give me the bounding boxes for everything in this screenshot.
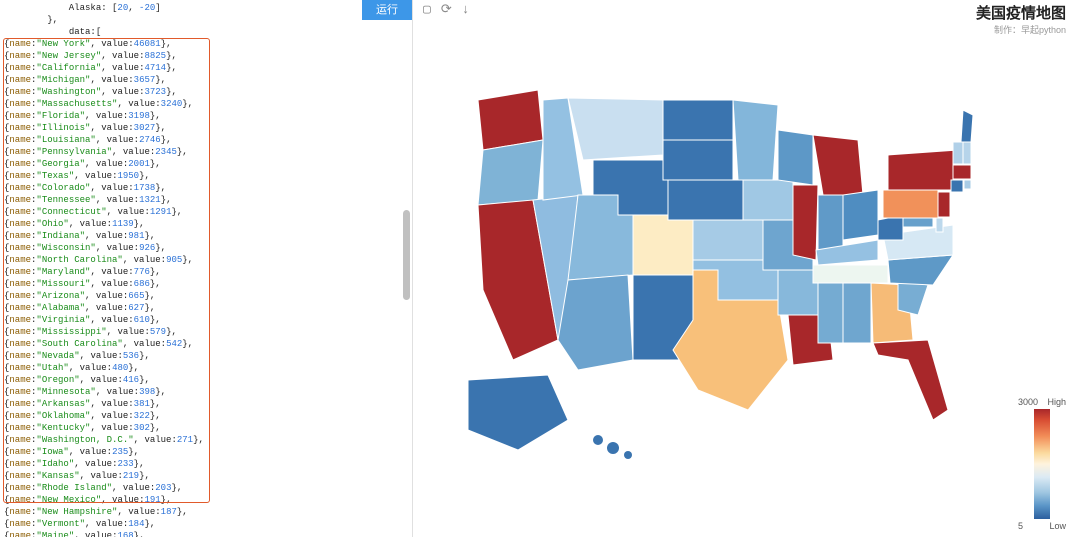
legend-high-label: High	[1047, 397, 1066, 407]
state-washington[interactable]	[478, 90, 543, 150]
code-editor-panel: 运行 Alaska: [20, -20] }, data:[ {name:"Ne…	[0, 0, 413, 537]
legend-gradient[interactable]	[1034, 409, 1050, 519]
chart-title: 美国疫情地图	[976, 2, 1066, 23]
legend-max: 3000	[1018, 397, 1038, 407]
legend-low-label: Low	[1049, 521, 1066, 531]
state-delaware[interactable]	[936, 218, 943, 232]
refresh-icon[interactable]: ⟳	[441, 2, 452, 17]
state-nebraska[interactable]	[668, 180, 743, 220]
state-hawaii[interactable]	[593, 435, 603, 445]
chart-subtitle: 制作：早起python	[976, 23, 1066, 36]
state-south-carolina[interactable]	[898, 280, 928, 315]
state-arizona[interactable]	[558, 275, 633, 370]
state-alaska[interactable]	[468, 375, 568, 450]
state-pennsylvania[interactable]	[883, 190, 938, 218]
chart-title-block: 美国疫情地图 制作：早起python	[976, 2, 1066, 36]
scrollbar-thumb[interactable]	[403, 210, 410, 300]
state-rhode-island[interactable]	[964, 180, 971, 189]
state-alabama[interactable]	[843, 283, 871, 343]
state-iowa[interactable]	[743, 180, 793, 220]
state-tennessee[interactable]	[813, 265, 888, 283]
state-vermont[interactable]	[953, 142, 963, 164]
download-icon[interactable]: ↓	[462, 2, 470, 17]
state-minnesota[interactable]	[733, 100, 778, 180]
state-west-virginia[interactable]	[878, 215, 903, 240]
color-legend: 3000 High 5 Low	[1018, 397, 1066, 531]
state-massachusetts[interactable]	[953, 165, 971, 179]
state-south-dakota[interactable]	[663, 140, 733, 180]
state-ohio[interactable]	[843, 190, 878, 240]
state-arkansas[interactable]	[778, 270, 818, 315]
clipboard-icon[interactable]: ▢	[423, 2, 431, 17]
output-toolbar: ▢ ⟳ ↓	[423, 2, 470, 17]
state-new-jersey[interactable]	[938, 192, 950, 217]
state-kansas[interactable]	[693, 220, 763, 260]
state-wisconsin[interactable]	[778, 130, 813, 185]
legend-min: 5	[1018, 521, 1023, 531]
state-connecticut[interactable]	[951, 180, 963, 192]
state-montana[interactable]	[568, 98, 663, 160]
state-illinois[interactable]	[793, 185, 818, 260]
code-editor[interactable]: Alaska: [20, -20] }, data:[ {name:"New Y…	[0, 0, 412, 537]
state-oregon[interactable]	[478, 140, 543, 205]
state-florida[interactable]	[873, 340, 948, 420]
state-michigan[interactable]	[813, 135, 863, 195]
editor-scrollbar[interactable]	[403, 0, 410, 537]
state-maine[interactable]	[961, 110, 973, 142]
state-mississippi[interactable]	[818, 283, 843, 343]
state-new-hampshire[interactable]	[963, 142, 971, 164]
app-root: 运行 Alaska: [20, -20] }, data:[ {name:"Ne…	[0, 0, 1080, 537]
usa-choropleth-map[interactable]	[458, 60, 973, 460]
state-indiana[interactable]	[818, 195, 843, 250]
state-north-dakota[interactable]	[663, 100, 733, 140]
output-panel: ▢ ⟳ ↓ 美国疫情地图 制作：早起python	[413, 0, 1080, 537]
